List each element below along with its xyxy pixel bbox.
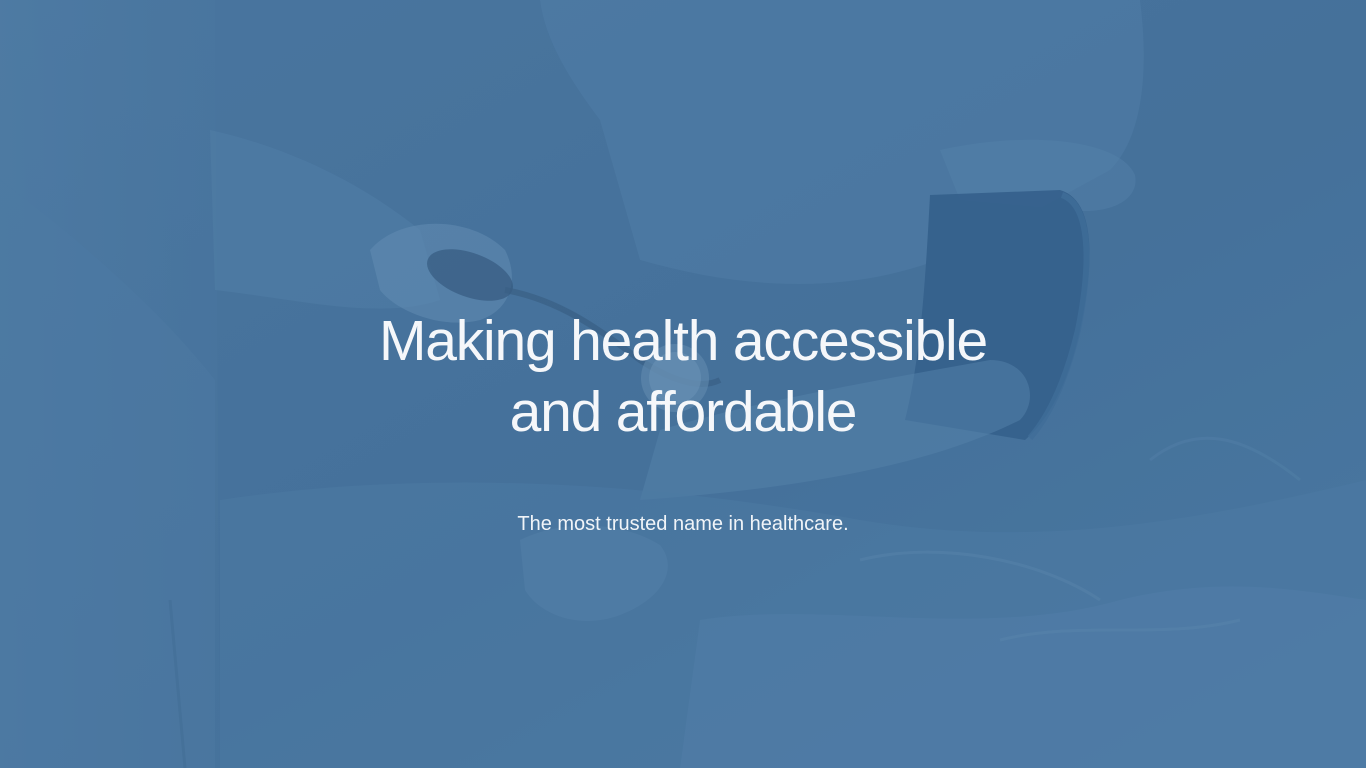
hero-headline: Making health accessible and affordable [283, 306, 1083, 448]
headline-line-1: Making health accessible [378, 309, 988, 373]
hero-section: Making health accessible and affordable … [0, 0, 1366, 768]
hero-subtitle: The most trusted name in healthcare. [517, 513, 849, 535]
hero-content: Making health accessible and affordable … [0, 0, 1366, 768]
headline-line-2: and affordable [509, 380, 858, 444]
